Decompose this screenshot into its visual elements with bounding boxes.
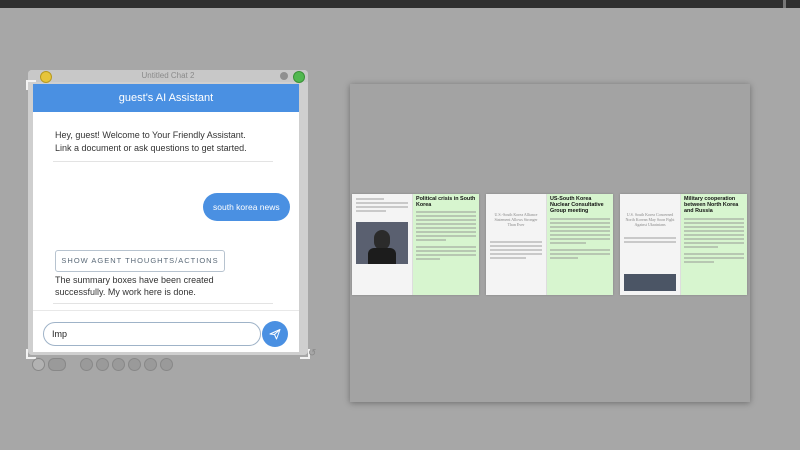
summary-line: [416, 219, 476, 222]
toolbar-icon[interactable]: [160, 358, 173, 371]
chat-header-title: guest's AI Assistant: [33, 84, 299, 112]
summary-line: [416, 235, 476, 238]
summary-line: [684, 260, 714, 263]
text-line: [356, 206, 408, 208]
summary-line: [684, 252, 744, 255]
summary-line: [684, 237, 744, 240]
toolbar-icon[interactable]: [112, 358, 125, 371]
summary-line: [550, 225, 610, 228]
toolbar-icon[interactable]: [144, 358, 157, 371]
card-thumbnail: U.S.-South Korea Alliance Statement Allo…: [486, 194, 547, 295]
send-icon: [269, 329, 281, 340]
summary-line: [416, 250, 476, 253]
reply-line-1: The summary boxes have been created: [55, 275, 214, 285]
summary-line: [416, 239, 446, 242]
summary-card[interactable]: U.S. South Korea Concerned North Korean …: [620, 194, 747, 295]
reply-line-2: successfully. My work here is done.: [55, 287, 196, 297]
toolbar-icon[interactable]: [80, 358, 93, 371]
person-body: [368, 248, 396, 264]
summary-card[interactable]: U.S.-South Korea Alliance Statement Allo…: [486, 194, 613, 295]
send-button[interactable]: [262, 321, 288, 347]
user-message-bubble: south korea news: [203, 193, 290, 221]
summary-line: [684, 225, 744, 228]
summary-line: [550, 256, 578, 259]
text-line: [490, 257, 526, 259]
undo-icon[interactable]: ↺: [308, 348, 316, 359]
text-line: [490, 253, 542, 255]
toolbar-icon[interactable]: [128, 358, 141, 371]
summary-line: [550, 237, 610, 240]
window-title: Untitled Chat 2: [28, 70, 308, 82]
assistant-reply: The summary boxes have been created succ…: [55, 274, 255, 298]
welcome-line-2: Link a document or ask questions to get …: [55, 143, 247, 153]
summary-line: [550, 233, 610, 236]
summary-line: [416, 231, 476, 234]
card-title: Political crisis in South Korea: [416, 196, 476, 209]
news-photo: [624, 274, 676, 291]
summary-line: [684, 233, 744, 236]
summary-line: [684, 221, 744, 224]
summary-line: [684, 241, 744, 244]
welcome-line-1: Hey, guest! Welcome to Your Friendly Ass…: [55, 130, 246, 140]
message-divider: [53, 303, 273, 304]
summary-line: [550, 252, 610, 255]
show-agent-thoughts-button[interactable]: SHOW AGENT THOUGHTS/ACTIONS: [55, 250, 225, 272]
top-bar: [0, 0, 800, 8]
summary-line: [416, 246, 476, 249]
summary-line: [684, 256, 744, 259]
text-line: [490, 241, 542, 243]
input-area: [33, 310, 299, 352]
summary-line: [684, 217, 744, 220]
maximize-icon[interactable]: [293, 71, 305, 83]
card-title: Military cooperation between North Korea…: [684, 196, 739, 215]
chat-window: Untitled Chat 2 guest's AI Assistant Hey…: [26, 70, 310, 359]
summary-card[interactable]: Political crisis in South Korea: [352, 194, 479, 295]
news-photo: [356, 222, 408, 264]
chat-panel: guest's AI Assistant Hey, guest! Welcome…: [33, 84, 299, 352]
summary-line: [550, 241, 586, 244]
toolbar-icon[interactable]: [32, 358, 45, 371]
text-line: [624, 237, 676, 239]
summary-line: [684, 245, 718, 248]
card-thumbnail: U.S. South Korea Concerned North Korean …: [620, 194, 681, 295]
text-line: [356, 202, 408, 204]
welcome-message: Hey, guest! Welcome to Your Friendly Ass…: [55, 129, 275, 155]
window-menu-icon[interactable]: [280, 72, 288, 80]
canvas-board[interactable]: Political crisis in South Korea U.S.-Sou…: [350, 84, 750, 402]
summary-line: [550, 221, 610, 224]
summary-line: [550, 217, 610, 220]
text-line: [624, 241, 676, 243]
text-line: [490, 249, 542, 251]
card-summary: US-South Korea Nuclear Consultative Grou…: [547, 194, 613, 295]
summary-line: [416, 258, 440, 261]
minimize-icon[interactable]: [40, 71, 52, 83]
summary-line: [416, 211, 476, 214]
card-summary: Military cooperation between North Korea…: [681, 194, 747, 295]
toolbar-icon[interactable]: [48, 358, 66, 371]
top-bar-handle: [783, 0, 786, 8]
summary-line: [416, 215, 476, 218]
summary-line: [416, 227, 476, 230]
text-line: [356, 198, 384, 200]
text-line: [356, 210, 386, 212]
person-icon: [374, 230, 390, 250]
summary-line: [550, 229, 610, 232]
card-title: US-South Korea Nuclear Consultative Grou…: [550, 196, 604, 215]
message-input[interactable]: [43, 322, 261, 346]
message-divider: [53, 161, 273, 162]
summary-line: [550, 248, 610, 251]
summary-line: [416, 223, 476, 226]
card-thumbnail: [352, 194, 413, 295]
summary-line: [416, 254, 476, 257]
toolbar-icon[interactable]: [96, 358, 109, 371]
text-line: [490, 245, 542, 247]
card-summary: Political crisis in South Korea: [413, 194, 479, 295]
thumbnail-headline: U.S.-South Korea Alliance Statement Allo…: [494, 212, 538, 227]
summary-line: [684, 229, 744, 232]
thumbnail-headline: U.S. South Korea Concerned North Korean …: [625, 212, 675, 227]
